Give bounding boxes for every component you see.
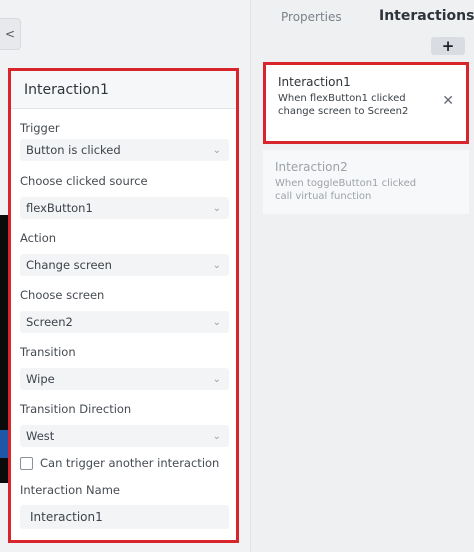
trigger-label: Trigger — [20, 121, 60, 135]
interaction-card-desc-line2: call virtual function — [275, 191, 372, 202]
trigger-select[interactable]: Button is clicked ⌄ — [20, 139, 229, 161]
editor-header: Interaction1 — [11, 71, 236, 109]
screen-select[interactable]: Screen2 ⌄ — [20, 311, 229, 333]
action-label: Action — [20, 231, 57, 245]
right-panel: Properties Interactions + Interaction1 W… — [250, 0, 474, 552]
add-interaction-button[interactable]: + — [431, 37, 465, 55]
chevron-down-icon: ⌄ — [212, 430, 221, 442]
can-trigger-label: Can trigger another interaction — [40, 456, 220, 470]
chevron-down-icon: ⌄ — [212, 144, 221, 156]
chevron-down-icon: ⌄ — [212, 316, 221, 328]
transition-label: Transition — [20, 345, 76, 359]
interaction-name-value: Interaction1 — [30, 510, 103, 524]
collapse-panel-button[interactable]: < — [0, 18, 21, 50]
interaction-name-label: Interaction Name — [20, 483, 120, 497]
chevron-down-icon: ⌄ — [212, 373, 221, 385]
action-value: Change screen — [26, 258, 112, 272]
can-trigger-checkbox[interactable] — [20, 456, 33, 470]
interaction-card-title: Interaction2 — [275, 160, 348, 174]
close-icon[interactable]: ✕ — [442, 93, 454, 109]
trigger-value: Button is clicked — [26, 143, 121, 157]
transition-direction-label: Transition Direction — [20, 402, 132, 416]
chevron-down-icon: ⌄ — [212, 202, 221, 214]
interaction-card-1[interactable]: Interaction1 When flexButton1 clicked ch… — [263, 62, 469, 144]
editor-title: Interaction1 — [24, 81, 109, 98]
chevron-down-icon: ⌄ — [212, 259, 221, 271]
screen-label: Choose screen — [20, 288, 105, 302]
transition-direction-value: West — [26, 429, 55, 443]
clicked-source-label: Choose clicked source — [20, 174, 148, 188]
transition-select[interactable]: Wipe ⌄ — [20, 368, 229, 390]
screen-value: Screen2 — [26, 315, 73, 329]
transition-direction-select[interactable]: West ⌄ — [20, 425, 229, 447]
interaction-name-input[interactable]: Interaction1 — [20, 505, 229, 529]
interaction-card-desc-line2: change screen to Screen2 — [278, 106, 409, 117]
plus-icon: + — [441, 37, 455, 55]
chevron-left-icon: < — [4, 27, 16, 41]
tab-properties[interactable]: Properties — [281, 10, 342, 24]
canvas-area: < Interaction1 Trigger Button is clicked… — [0, 0, 250, 552]
interaction-card-2[interactable]: Interaction2 When toggleButton1 clicked … — [263, 150, 469, 214]
clicked-source-select[interactable]: flexButton1 ⌄ — [20, 197, 229, 219]
interaction-card-desc-line1: When flexButton1 clicked — [278, 93, 406, 104]
tab-interactions[interactable]: Interactions — [379, 8, 474, 24]
interaction-card-title: Interaction1 — [278, 75, 351, 89]
interaction-editor-panel: Interaction1 Trigger Button is clicked ⌄… — [8, 68, 239, 543]
clicked-source-value: flexButton1 — [26, 201, 93, 215]
action-select[interactable]: Change screen ⌄ — [20, 254, 229, 276]
interaction-card-desc-line1: When toggleButton1 clicked — [275, 178, 417, 189]
transition-value: Wipe — [26, 372, 55, 386]
can-trigger-row[interactable]: Can trigger another interaction — [20, 456, 219, 470]
